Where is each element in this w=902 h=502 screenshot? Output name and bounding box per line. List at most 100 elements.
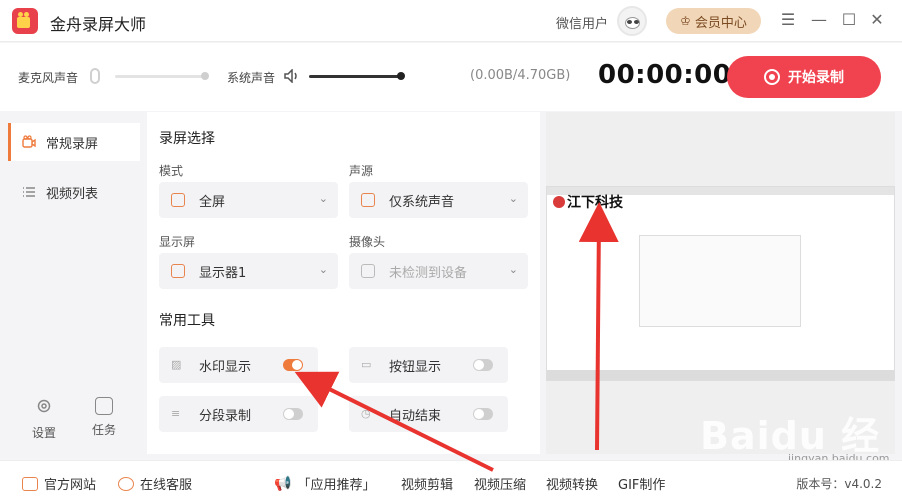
vip-center-button[interactable]: ♔ 会员中心 — [666, 8, 761, 34]
microphone-icon[interactable] — [90, 68, 100, 84]
keyboard-icon: ▭ — [361, 358, 372, 371]
system-volume-handle[interactable] — [397, 72, 405, 80]
online-support-label: 在线客服 — [140, 478, 193, 493]
auto-stop-toggle[interactable] — [473, 408, 493, 420]
storage-usage: (0.00B/4.70GB) — [470, 68, 571, 83]
segment-icon: ≡ — [171, 407, 181, 420]
auto-stop-toggle-row: ◷ 自动结束 — [349, 396, 508, 432]
headset-icon — [118, 476, 134, 491]
mode-select[interactable]: 全屏 ⌄ — [159, 182, 338, 218]
camera-value: 未检测到设备 — [389, 265, 468, 281]
monitor-icon — [171, 264, 185, 278]
camera-select[interactable]: 未检测到设备 ⌄ — [349, 253, 528, 289]
preview-nested-window — [639, 235, 801, 327]
display-select[interactable]: 显示器1 ⌄ — [159, 253, 338, 289]
watermark-label: 水印显示 — [199, 359, 252, 375]
version-label: 版本号：v4.0.2 — [796, 477, 882, 491]
mode-value: 全屏 — [199, 194, 226, 210]
clock-icon: ◷ — [361, 407, 371, 420]
tasks-button[interactable]: 任务 — [86, 397, 122, 438]
official-site-label: 官方网站 — [44, 478, 97, 493]
watermark-icon: ▨ — [171, 358, 182, 371]
vip-label: 会员中心 — [694, 15, 747, 31]
app-logo-icon — [12, 8, 38, 34]
megaphone-icon: 📢 — [274, 475, 292, 492]
speaker-icon[interactable] — [284, 69, 300, 83]
common-tools-title: 常用工具 — [159, 313, 215, 329]
mic-volume-slider[interactable] — [115, 75, 207, 78]
app-title: 金舟录屏大师 — [50, 15, 147, 34]
sidebar-item-screen-record[interactable]: 常规录屏 — [8, 123, 140, 161]
menu-icon[interactable]: ☰ — [779, 10, 797, 30]
chevron-down-icon: ⌄ — [318, 263, 328, 276]
settings-button[interactable]: 设置 — [26, 397, 62, 441]
display-value: 显示器1 — [199, 265, 247, 281]
sidebar: 常规录屏 视频列表 设置 任务 — [0, 112, 147, 454]
audio-source-value: 仅系统声音 — [389, 194, 455, 210]
audio-source-select[interactable]: 仅系统声音 ⌄ — [349, 182, 528, 218]
gif-maker-link[interactable]: GIF制作 — [618, 474, 665, 493]
mode-label: 模式 — [159, 164, 184, 178]
panda-eye-icon — [634, 20, 639, 24]
record-selection-title: 录屏选择 — [159, 131, 215, 147]
app-recommend-link[interactable]: 📢 「应用推荐」 — [274, 474, 376, 494]
record-timer: 00:00:00 — [598, 60, 732, 90]
task-icon — [95, 397, 113, 415]
watermark-toggle[interactable] — [283, 359, 303, 371]
watermark-toggle-row: ▨ 水印显示 — [159, 347, 318, 383]
segment-record-label: 分段录制 — [199, 408, 252, 424]
audio-bar: 麦克风声音 系统声音 (0.00B/4.70GB) 00:00:00 开始录制 — [0, 43, 902, 111]
auto-stop-label: 自动结束 — [389, 408, 442, 424]
preview-watermark-text: 江下科技 — [567, 195, 623, 211]
video-compress-link[interactable]: 视频压缩 — [474, 474, 526, 493]
settings-label: 设置 — [31, 426, 56, 440]
segment-record-toggle-row: ≡ 分段录制 — [159, 396, 318, 432]
record-icon — [764, 69, 780, 85]
chevron-down-icon: ⌄ — [508, 263, 518, 276]
system-sound-label: 系统声音 — [227, 71, 276, 85]
title-bar: 金舟录屏大师 微信用户 ♔ 会员中心 ☰ — ☐ ✕ — [0, 0, 902, 42]
button-display-label: 按钮显示 — [389, 359, 442, 375]
minimize-icon[interactable]: — — [810, 10, 828, 30]
mic-label: 麦克风声音 — [18, 71, 79, 85]
app-recommend-label: 「应用推荐」 — [297, 478, 376, 493]
start-record-button[interactable]: 开始录制 — [727, 56, 881, 98]
audio-source-label: 声源 — [349, 164, 374, 178]
display-label: 显示屏 — [159, 235, 196, 249]
sidebar-item-label: 常规录屏 — [46, 136, 99, 152]
close-icon[interactable]: ✕ — [868, 10, 886, 30]
crown-icon: ♔ — [680, 14, 691, 28]
maximize-icon[interactable]: ☐ — [840, 10, 858, 30]
system-volume-slider[interactable] — [309, 75, 401, 78]
official-site-link[interactable]: 官方网站 — [22, 474, 96, 493]
user-name[interactable]: 微信用户 — [556, 13, 608, 32]
video-edit-link[interactable]: 视频剪辑 — [401, 474, 453, 493]
chevron-down-icon: ⌄ — [318, 192, 328, 205]
chevron-down-icon: ⌄ — [508, 192, 518, 205]
camera-icon — [22, 135, 36, 148]
camera-label: 摄像头 — [349, 235, 386, 249]
mic-volume-handle[interactable] — [201, 72, 209, 80]
webcam-icon — [361, 264, 375, 278]
start-record-label: 开始录制 — [788, 70, 844, 86]
watermark-logo-icon — [553, 196, 565, 208]
monitor-icon — [22, 476, 38, 491]
button-display-toggle[interactable] — [473, 359, 493, 371]
button-display-toggle-row: ▭ 按钮显示 — [349, 347, 508, 383]
sidebar-item-label: 视频列表 — [46, 186, 99, 202]
list-icon — [23, 187, 35, 197]
online-support-link[interactable]: 在线客服 — [118, 474, 192, 493]
segment-record-toggle[interactable] — [283, 408, 303, 420]
settings-panel: 录屏选择 模式 全屏 ⌄ 声源 仅系统声音 ⌄ 显示屏 显示器1 ⌄ 摄像头 未… — [147, 112, 540, 454]
tasks-label: 任务 — [91, 423, 116, 437]
sidebar-item-video-list[interactable]: 视频列表 — [8, 173, 140, 211]
speaker-icon — [361, 193, 375, 207]
preview-watermark: 江下科技 — [553, 192, 623, 212]
footer-bar: 官方网站 在线客服 📢 「应用推荐」 视频剪辑 视频压缩 视频转换 GIF制作 … — [0, 460, 902, 502]
fullscreen-icon — [171, 193, 185, 207]
preview-taskbar — [547, 370, 894, 380]
video-convert-link[interactable]: 视频转换 — [546, 474, 598, 493]
avatar[interactable] — [617, 6, 647, 36]
preview-pane: 江下科技 — [546, 112, 895, 454]
gear-icon — [37, 399, 51, 413]
